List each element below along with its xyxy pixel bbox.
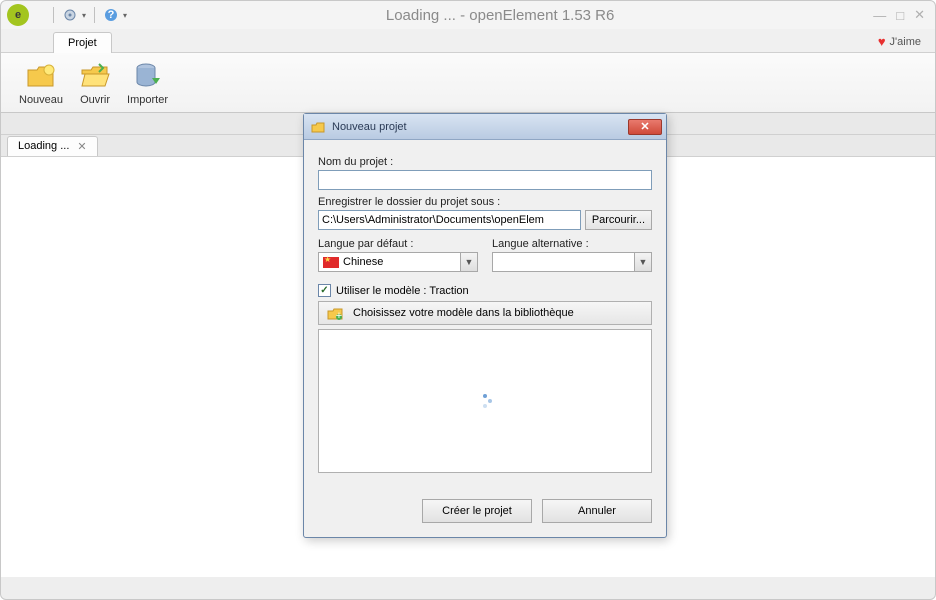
alt-language-label: Langue alternative : [492, 238, 652, 250]
importer-button[interactable]: Importer [119, 60, 176, 106]
database-import-icon [132, 60, 164, 92]
ribbon-tabbar: Projet ♥ J'aime [1, 29, 935, 53]
alt-language-value [492, 252, 634, 272]
folder-icon [310, 119, 326, 135]
titlebar: e ▾ ? ▾ Loading ... - openElement 1.53 R… [1, 1, 935, 29]
model-preview [318, 329, 652, 473]
nouveau-label: Nouveau [19, 94, 63, 106]
choose-model-button[interactable]: + Choisissez votre modèle dans la biblio… [318, 301, 652, 325]
language-row: Langue par défaut : Chinese ▼ Langue alt… [318, 232, 652, 272]
gear-dropdown[interactable]: ▾ [82, 11, 86, 20]
doctab-loading[interactable]: Loading ... ✕ [7, 136, 98, 156]
new-project-dialog: Nouveau projet ✕ Nom du projet : Enregis… [303, 113, 667, 538]
save-path-input[interactable] [318, 210, 581, 230]
importer-label: Importer [127, 94, 168, 106]
chevron-down-icon[interactable]: ▼ [634, 252, 652, 272]
use-model-row: ✓ Utiliser le modèle : Traction [318, 284, 652, 297]
jaime-button[interactable]: ♥ J'aime [878, 34, 921, 52]
ouvrir-label: Ouvrir [80, 94, 110, 106]
project-name-label: Nom du projet : [318, 156, 652, 168]
default-language-text: Chinese [343, 256, 383, 268]
ouvrir-button[interactable]: Ouvrir [71, 60, 119, 106]
gear-icon[interactable] [62, 7, 78, 23]
window-title: Loading ... - openElement 1.53 R6 [127, 7, 873, 24]
logo-letter: e [15, 9, 21, 21]
use-model-checkbox[interactable]: ✓ [318, 284, 331, 297]
svg-text:+: + [336, 310, 342, 321]
quick-access-toolbar: ▾ ? ▾ [49, 7, 127, 23]
tab-projet[interactable]: Projet [53, 32, 112, 53]
svg-text:?: ? [108, 9, 115, 21]
cancel-button[interactable]: Annuler [542, 499, 652, 523]
close-icon: ✕ [640, 120, 649, 133]
project-name-input[interactable] [318, 170, 652, 190]
library-icon: + [327, 305, 343, 321]
app-logo[interactable]: e [7, 4, 29, 26]
maximize-button[interactable]: □ [896, 8, 904, 23]
dialog-footer: Créer le projet Annuler [304, 487, 666, 537]
window-controls: — □ ✕ [873, 7, 925, 23]
doctab-label: Loading ... [18, 140, 69, 152]
dialog-close-button[interactable]: ✕ [628, 119, 662, 135]
dialog-title: Nouveau projet [332, 121, 407, 133]
doctab-close-icon[interactable]: ✕ [77, 140, 86, 153]
default-language-value: Chinese [318, 252, 460, 272]
default-language-label: Langue par défaut : [318, 238, 478, 250]
choose-model-label: Choisissez votre modèle dans la biblioth… [353, 307, 574, 319]
qat-separator [94, 7, 95, 23]
help-icon[interactable]: ? [103, 7, 119, 23]
jaime-label: J'aime [890, 36, 921, 48]
nouveau-button[interactable]: Nouveau [11, 60, 71, 106]
dialog-titlebar[interactable]: Nouveau projet ✕ [304, 114, 666, 140]
use-model-label: Utiliser le modèle : Traction [336, 285, 469, 297]
flag-china-icon [323, 257, 339, 268]
minimize-button[interactable]: — [873, 8, 886, 23]
heart-icon: ♥ [878, 34, 886, 49]
close-window-button[interactable]: ✕ [914, 7, 925, 23]
create-project-button[interactable]: Créer le projet [422, 499, 532, 523]
browse-button[interactable]: Parcourir... [585, 210, 652, 230]
save-path-label: Enregistrer le dossier du projet sous : [318, 196, 652, 208]
main-window: e ▾ ? ▾ Loading ... - openElement 1.53 R… [0, 0, 936, 600]
default-language-combo[interactable]: Chinese ▼ [318, 252, 478, 272]
folder-new-icon [25, 60, 57, 92]
save-path-row: Parcourir... [318, 210, 652, 230]
qat-separator [53, 7, 54, 23]
chevron-down-icon[interactable]: ▼ [460, 252, 478, 272]
alt-language-combo[interactable]: ▼ [492, 252, 652, 272]
folder-open-icon [79, 60, 111, 92]
dialog-body: Nom du projet : Enregistrer le dossier d… [304, 140, 666, 487]
ribbon: Nouveau Ouvrir Importer [1, 53, 935, 113]
loading-spinner-icon [478, 394, 492, 408]
